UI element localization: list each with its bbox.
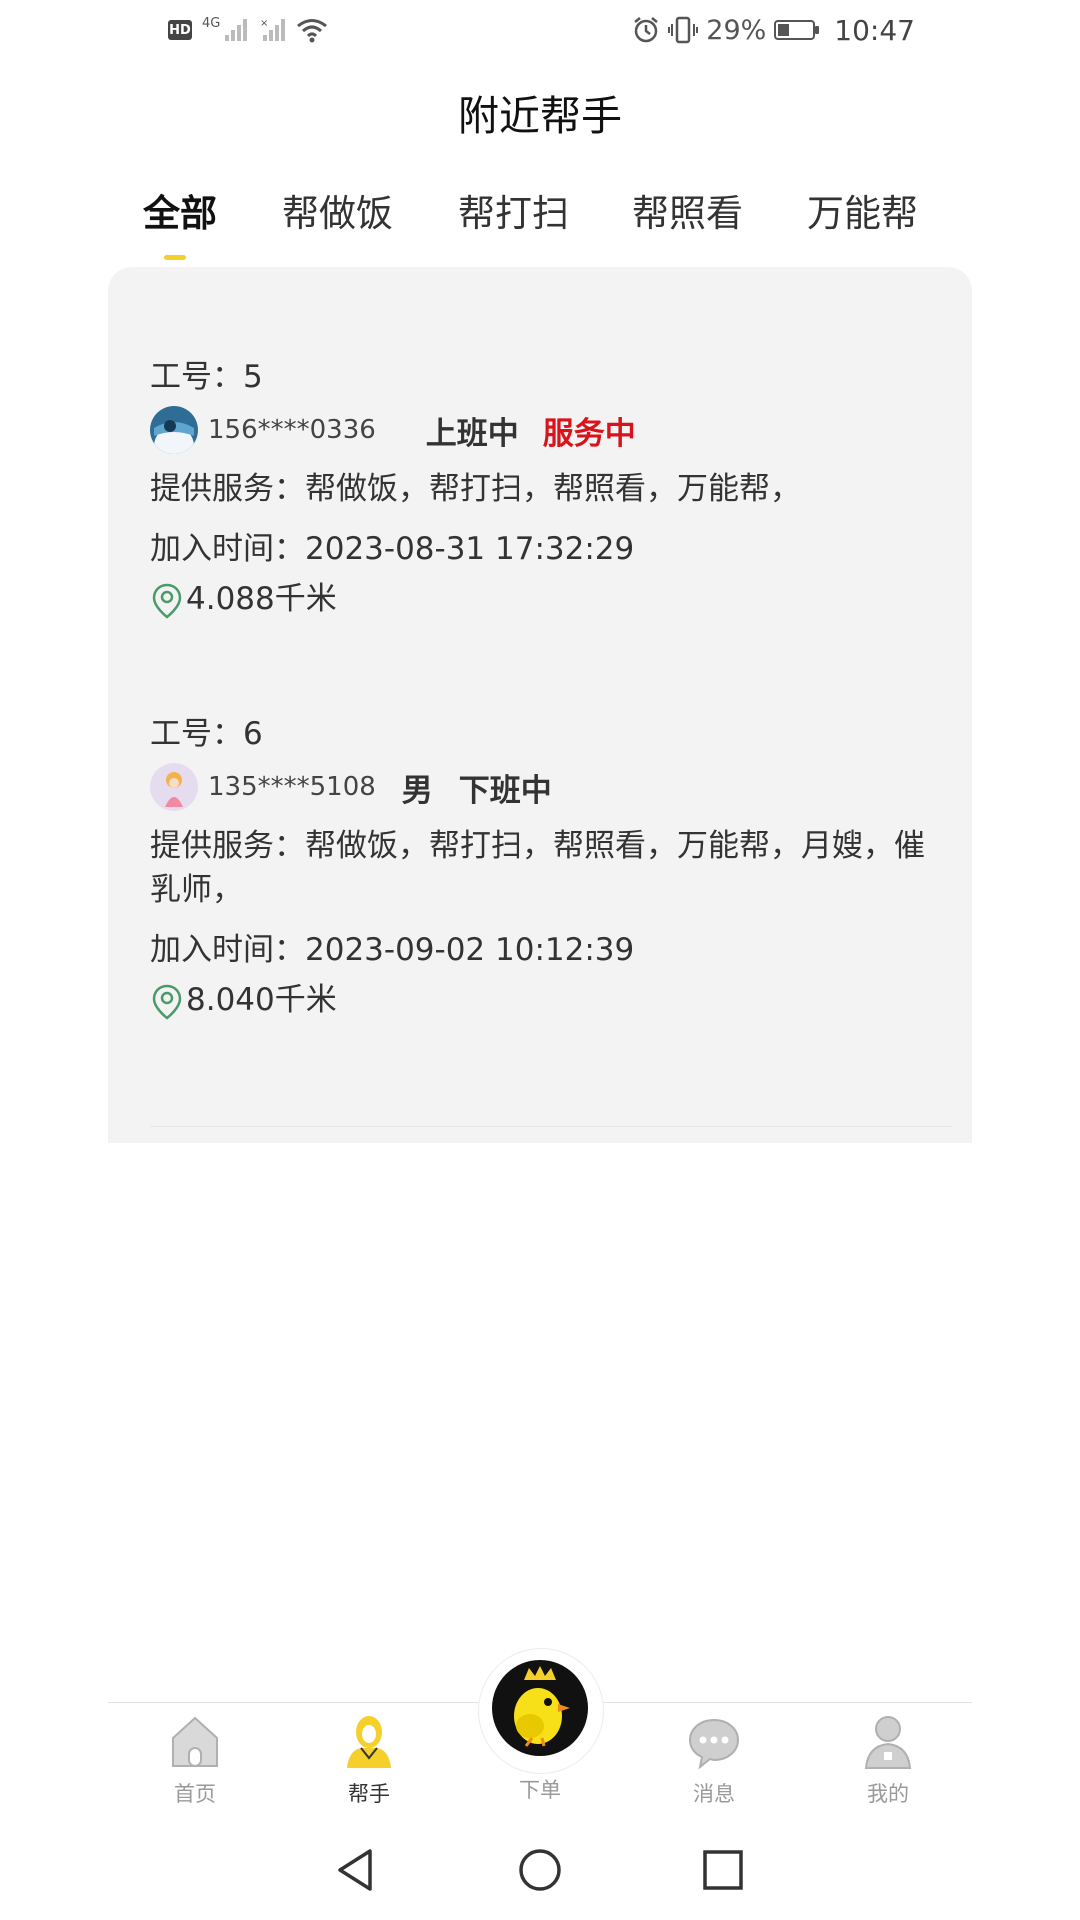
avatar[interactable] bbox=[150, 763, 198, 811]
work-status: 下班中 bbox=[458, 772, 552, 809]
system-nav-bar bbox=[0, 1845, 1080, 1905]
distance-row: 8.040千米 bbox=[150, 974, 337, 1021]
status-bar: HD 4G × 29% 10:47 bbox=[0, 0, 1080, 60]
phone-number: 156****0336 bbox=[208, 415, 376, 445]
nav-label: 首页 bbox=[174, 1782, 216, 1806]
nav-profile[interactable]: 我的 bbox=[828, 1712, 948, 1808]
tab-all[interactable]: 全部 bbox=[143, 183, 217, 237]
services-offered: 提供服务：帮做饭，帮打扫，帮照看，万能帮， bbox=[150, 471, 801, 507]
tab-all-purpose[interactable]: 万能帮 bbox=[807, 183, 918, 237]
hd-icon: HD bbox=[168, 20, 192, 40]
distance: 8.040千米 bbox=[186, 982, 337, 1018]
nav-messages[interactable]: 消息 bbox=[654, 1712, 774, 1808]
back-icon[interactable] bbox=[332, 1845, 382, 1895]
signal-icon bbox=[225, 19, 248, 41]
helper-info-row: 135****5108 男 下班中 bbox=[150, 762, 552, 812]
profile-icon bbox=[864, 1716, 912, 1769]
helper-icon bbox=[347, 1716, 391, 1768]
services-offered: 提供服务：帮做饭，帮打扫，帮照看，万能帮，月嫂，催乳师， bbox=[150, 828, 925, 908]
nav-helper[interactable]: 帮手 bbox=[309, 1712, 429, 1808]
home-circle-icon[interactable] bbox=[515, 1845, 565, 1895]
message-icon bbox=[688, 1718, 740, 1770]
network-label: 4G bbox=[202, 15, 221, 31]
battery-icon bbox=[774, 20, 820, 40]
work-id: 工号：6 bbox=[150, 716, 263, 752]
tab-caregiving[interactable]: 帮照看 bbox=[632, 183, 743, 237]
helper-list: 工号：5 156****0336 上班中 服务中 提供服务：帮做饭，帮打扫，帮照… bbox=[108, 267, 972, 1143]
recent-apps-icon[interactable] bbox=[698, 1845, 748, 1895]
join-time: 加入时间：2023-08-31 17:32:29 bbox=[150, 531, 635, 567]
nav-label: 帮手 bbox=[348, 1782, 390, 1806]
tab-active-indicator bbox=[164, 255, 186, 260]
gender: 男 bbox=[401, 772, 433, 809]
location-pin-icon bbox=[152, 583, 182, 619]
distance: 4.088千米 bbox=[186, 581, 337, 617]
alarm-icon bbox=[634, 17, 659, 43]
nav-label: 下单 bbox=[519, 1778, 561, 1802]
status-right: 29% 10:47 bbox=[632, 12, 915, 48]
wifi-icon bbox=[297, 19, 328, 43]
avatar[interactable] bbox=[150, 406, 198, 454]
nav-label: 消息 bbox=[693, 1782, 735, 1806]
order-icon bbox=[514, 1666, 570, 1747]
category-tabs: 全部 帮做饭 帮打扫 帮照看 万能帮 bbox=[108, 183, 972, 263]
battery-percent: 29% bbox=[706, 14, 767, 46]
clock: 10:47 bbox=[834, 13, 915, 47]
helper-info-row: 156****0336 上班中 服务中 bbox=[150, 405, 636, 455]
page-title: 附近帮手 bbox=[458, 92, 622, 140]
phone-number: 135****5108 bbox=[208, 772, 376, 802]
nav-home[interactable]: 首页 bbox=[135, 1712, 255, 1808]
distance-row: 4.088千米 bbox=[150, 573, 337, 620]
page: HD 4G × 29% 10:47 附近帮手 全部 帮做饭 帮打扫 帮照看 万能… bbox=[0, 0, 1080, 1920]
work-id: 工号：5 bbox=[150, 359, 263, 395]
tab-cooking[interactable]: 帮做饭 bbox=[282, 183, 393, 237]
join-time: 加入时间：2023-09-02 10:12:39 bbox=[150, 932, 635, 968]
tab-cleaning[interactable]: 帮打扫 bbox=[458, 183, 569, 237]
location-pin-icon bbox=[152, 984, 182, 1020]
list-divider bbox=[150, 1126, 952, 1127]
status-left: HD 4G × bbox=[168, 12, 328, 48]
vibrate-icon bbox=[668, 16, 699, 44]
service-status: 服务中 bbox=[542, 415, 636, 452]
signal-icon-2: × bbox=[260, 18, 286, 41]
nav-label: 我的 bbox=[867, 1782, 909, 1806]
home-icon bbox=[172, 1716, 218, 1767]
work-status: 上班中 bbox=[425, 415, 519, 452]
nav-order[interactable]: 下单 bbox=[480, 1768, 600, 1804]
order-button[interactable] bbox=[492, 1660, 588, 1756]
svg-text:×: × bbox=[260, 18, 268, 29]
